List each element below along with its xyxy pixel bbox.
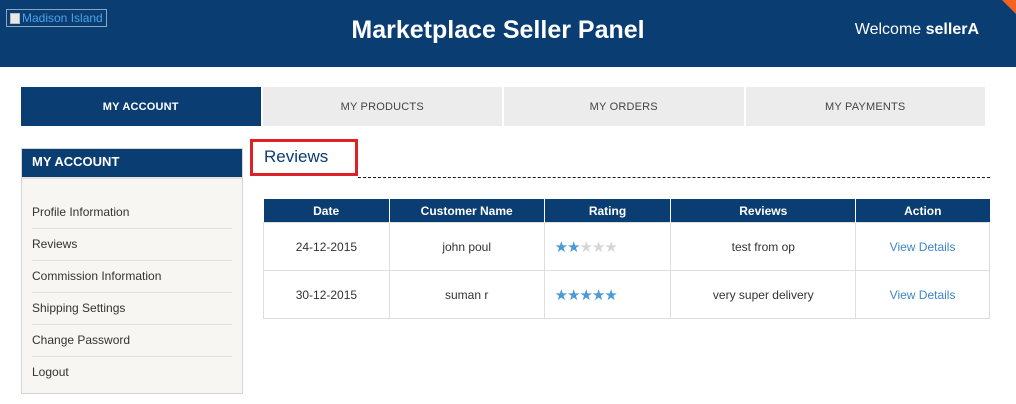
column-header-customer-name: Customer Name [389,199,545,223]
cell-action: View Details [855,270,990,319]
column-header-rating: Rating [544,199,672,223]
star-filled-icon: ★ [567,286,580,304]
page-title: Marketplace Seller Panel [351,16,645,44]
star-rating: ★★★★★ [554,286,618,304]
column-header-reviews: Reviews [670,199,857,223]
star-filled-icon: ★ [567,238,580,256]
sidebar-item-reviews[interactable]: Reviews [32,229,232,261]
view-details-link[interactable]: View Details [890,288,956,302]
reviews-table: Date Customer Name Rating Reviews Action… [263,199,990,319]
view-details-link[interactable]: View Details [890,240,956,254]
header-bar: Madison Island Marketplace Seller Panel … [0,0,1016,67]
star-rating: ★★★★★ [554,238,618,256]
welcome-message: Welcome sellerA [855,21,979,39]
star-empty-icon: ★ [604,238,617,256]
tab-my-payments[interactable]: MY PAYMENTS [745,87,985,126]
star-filled-icon: ★ [604,286,617,304]
sidebar-item-shipping-settings[interactable]: Shipping Settings [32,293,232,325]
cell-date: 30-12-2015 [263,270,390,319]
corner-ribbon [1002,0,1016,14]
star-filled-icon: ★ [591,286,605,304]
cell-customer: john poul [388,222,545,271]
cell-review: test from op [670,222,857,271]
cell-rating: ★★★★★ [543,270,672,319]
sidebar-menu: Profile Information Reviews Commission I… [22,179,242,388]
cell-date: 24-12-2015 [263,222,390,271]
sidebar: MY ACCOUNT Profile Information Reviews C… [21,148,243,394]
star-empty-icon: ★ [579,238,592,256]
section-heading: Reviews [250,139,358,176]
sidebar-item-profile-information[interactable]: Profile Information [32,197,232,229]
table-row: 30-12-2015 suman r ★★★★★ very super deli… [263,270,990,319]
tab-my-products[interactable]: MY PRODUCTS [262,87,502,126]
star-empty-icon: ★ [591,238,605,256]
tab-my-orders[interactable]: MY ORDERS [504,87,744,126]
table-header-row: Date Customer Name Rating Reviews Action [263,199,990,223]
heading-divider [358,177,990,178]
sidebar-heading: MY ACCOUNT [22,149,242,179]
star-filled-icon: ★ [554,238,568,256]
table-row: 24-12-2015 john poul ★★★★★ test from op … [263,222,990,271]
cell-review: very super delivery [670,270,857,319]
cell-customer: suman r [388,270,545,319]
tab-my-account[interactable]: MY ACCOUNT [21,87,261,126]
sidebar-item-change-password[interactable]: Change Password [32,325,232,357]
sidebar-item-logout[interactable]: Logout [32,357,232,388]
username: sellerA [925,21,979,38]
cell-rating: ★★★★★ [543,222,672,271]
column-header-action: Action [855,199,990,223]
sidebar-item-commission-information[interactable]: Commission Information [32,261,232,293]
main-tabs: MY ACCOUNT MY PRODUCTS MY ORDERS MY PAYM… [21,87,985,126]
cell-action: View Details [855,222,990,271]
column-header-date: Date [263,199,390,223]
welcome-prefix: Welcome [854,21,926,38]
star-filled-icon: ★ [579,286,592,304]
star-filled-icon: ★ [554,286,568,304]
